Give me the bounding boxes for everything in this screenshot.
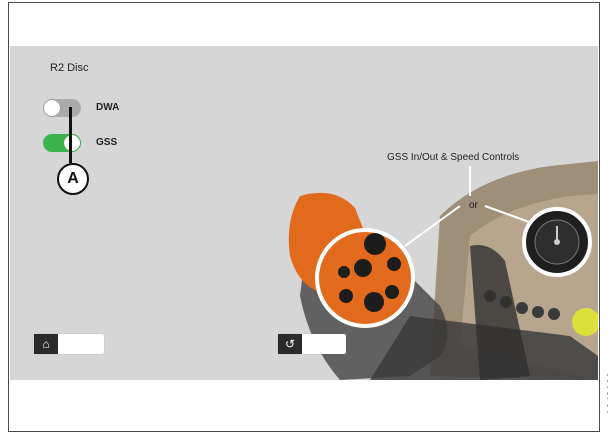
back-icon: ↺ — [278, 334, 302, 354]
gss-label: GSS — [96, 137, 118, 148]
diagram-title: GSS In/Out & Speed Controls — [387, 152, 520, 163]
toggle-knob — [44, 100, 60, 116]
callout-a: A — [57, 163, 89, 195]
or-label: or — [469, 200, 478, 211]
control-illustration — [288, 161, 598, 380]
gss-toggle[interactable] — [43, 134, 81, 152]
joystick-detail-magnifier — [315, 228, 415, 328]
display-screen: R2 Disc DWA GSS GSS In/Out & Speed Contr… — [10, 46, 598, 380]
dwa-label: DWA — [96, 102, 120, 113]
callout-line — [69, 107, 72, 163]
dwa-toggle[interactable] — [43, 99, 81, 117]
toggle-knob — [64, 135, 80, 151]
section-title: R2 Disc — [50, 62, 89, 74]
home-icon: ⌂ — [34, 334, 58, 354]
dial-detail-magnifier — [522, 207, 592, 277]
home-button[interactable]: ⌂ — [34, 334, 104, 354]
back-button[interactable]: ↺ — [278, 334, 346, 354]
